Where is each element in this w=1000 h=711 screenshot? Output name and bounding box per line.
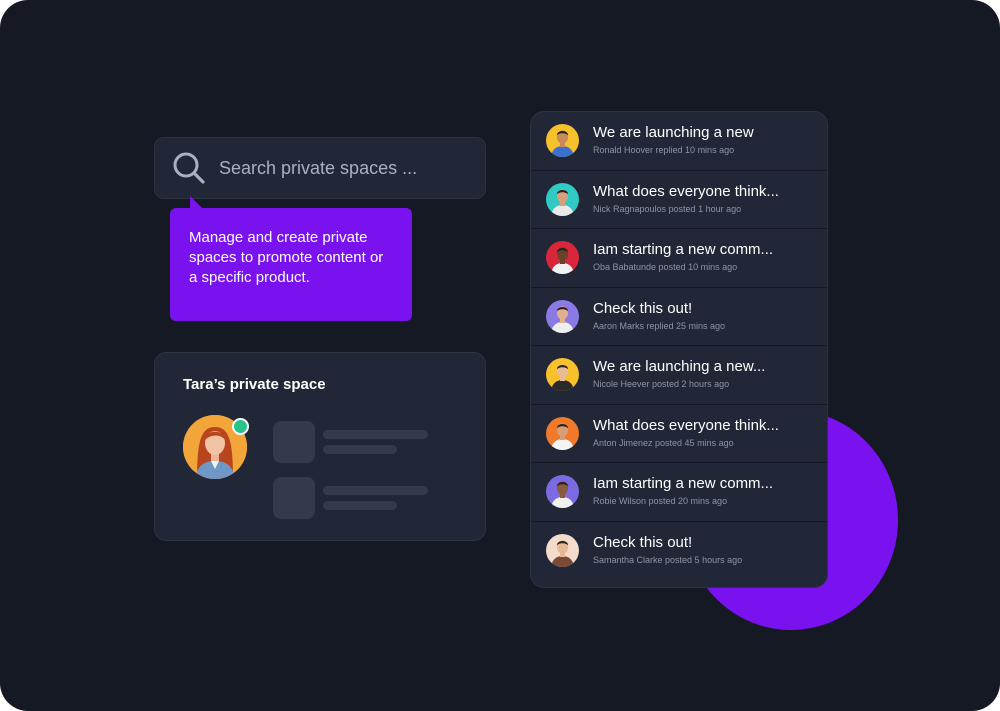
stage: Manage and create private spaces to prom…: [0, 0, 1000, 711]
activity-meta: Oba Babatunde posted 10 mins ago: [593, 262, 738, 273]
activity-meta: Anton Jimenez posted 45 mins ago: [593, 437, 734, 448]
activity-meta: Robie Wilson posted 20 mins ago: [593, 496, 728, 507]
activity-item[interactable]: We are launching a new... Nicole Heever p…: [531, 346, 827, 405]
activity-item[interactable]: What does everyone think... Nick Ragnapou…: [531, 171, 827, 229]
user-avatar[interactable]: [546, 534, 579, 568]
activity-title: Check this out!: [593, 299, 693, 317]
info-tooltip: Manage and create private spaces to prom…: [170, 196, 412, 321]
activity-item[interactable]: Iam starting a new comm... Robie Wilson p…: [531, 463, 827, 522]
user-avatar[interactable]: [546, 416, 579, 450]
placeholder-line: [323, 430, 428, 439]
activity-item[interactable]: Check this out! Samantha Clarke posted 5 …: [531, 522, 827, 581]
activity-item[interactable]: We are launching a new Ronald Hoover repl…: [531, 112, 827, 171]
activity-item[interactable]: Iam starting a new comm... Oba Babatunde …: [531, 229, 827, 288]
person-portrait-icon: [546, 534, 579, 568]
space-title: Tara’s private space: [183, 376, 326, 393]
activity-title: Iam starting a new comm...: [593, 241, 774, 259]
user-avatar[interactable]: [546, 358, 579, 392]
activity-text: Check this out! Samantha Clarke posted 5 …: [593, 534, 742, 567]
activity-title: We are launching a new...: [593, 358, 766, 376]
search-input[interactable]: [219, 157, 459, 179]
person-portrait-icon: [546, 299, 579, 333]
activity-meta: Nicole Heever posted 2 hours ago: [593, 379, 730, 390]
person-portrait-icon: [546, 416, 579, 450]
user-avatar[interactable]: [546, 241, 579, 275]
private-space-card[interactable]: Tara’s private space: [154, 352, 486, 541]
activity-title: Iam starting a new comm...: [593, 475, 774, 493]
activity-text: What does everyone think... Anton Jimenez…: [593, 417, 779, 450]
activity-text: Iam starting a new comm... Robie Wilson p…: [593, 475, 773, 508]
person-portrait-icon: [546, 124, 579, 158]
search-icon: [173, 152, 205, 184]
person-portrait-icon: [546, 475, 579, 509]
user-avatar[interactable]: [546, 124, 579, 158]
activity-title: We are launching a new: [593, 124, 754, 142]
person-portrait-icon: [546, 182, 579, 216]
activity-text: We are launching a new Ronald Hoover repl…: [593, 124, 754, 157]
person-portrait-icon: [546, 358, 579, 392]
activity-title: Check this out!: [593, 534, 693, 552]
user-avatar[interactable]: [546, 182, 579, 216]
online-status-indicator: [232, 418, 249, 435]
search-bar[interactable]: [154, 137, 486, 199]
placeholder-thumbnail: [273, 477, 315, 519]
activity-title: What does everyone think...: [593, 416, 779, 434]
activity-text: What does everyone think... Nick Ragnapou…: [593, 183, 779, 216]
placeholder-thumbnail: [273, 421, 315, 463]
activity-meta: Nick Ragnapoulos posted 1 hour ago: [593, 203, 742, 214]
placeholder-line: [323, 486, 428, 495]
activity-meta: Ronald Hoover replied 10 mins ago: [593, 145, 735, 156]
person-portrait-icon: [546, 241, 579, 275]
placeholder-line: [323, 445, 397, 454]
activity-feed-panel: We are launching a new Ronald Hoover repl…: [530, 111, 828, 588]
activity-meta: Samantha Clarke posted 5 hours ago: [593, 555, 743, 566]
activity-text: Check this out! Aaron Marks replied 25 mi…: [593, 300, 725, 333]
placeholder-line: [323, 501, 397, 510]
activity-text: Iam starting a new comm... Oba Babatunde …: [593, 241, 773, 274]
activity-meta: Aaron Marks replied 25 mins ago: [593, 320, 726, 331]
tooltip-text: Manage and create private spaces to prom…: [189, 229, 384, 286]
user-avatar[interactable]: [546, 299, 579, 333]
activity-title: What does everyone think...: [593, 182, 779, 200]
user-avatar[interactable]: [546, 475, 579, 509]
activity-item[interactable]: What does everyone think... Anton Jimenez…: [531, 405, 827, 463]
activity-text: We are launching a new... Nicole Heever p…: [593, 358, 765, 391]
activity-item[interactable]: Check this out! Aaron Marks replied 25 mi…: [531, 288, 827, 346]
